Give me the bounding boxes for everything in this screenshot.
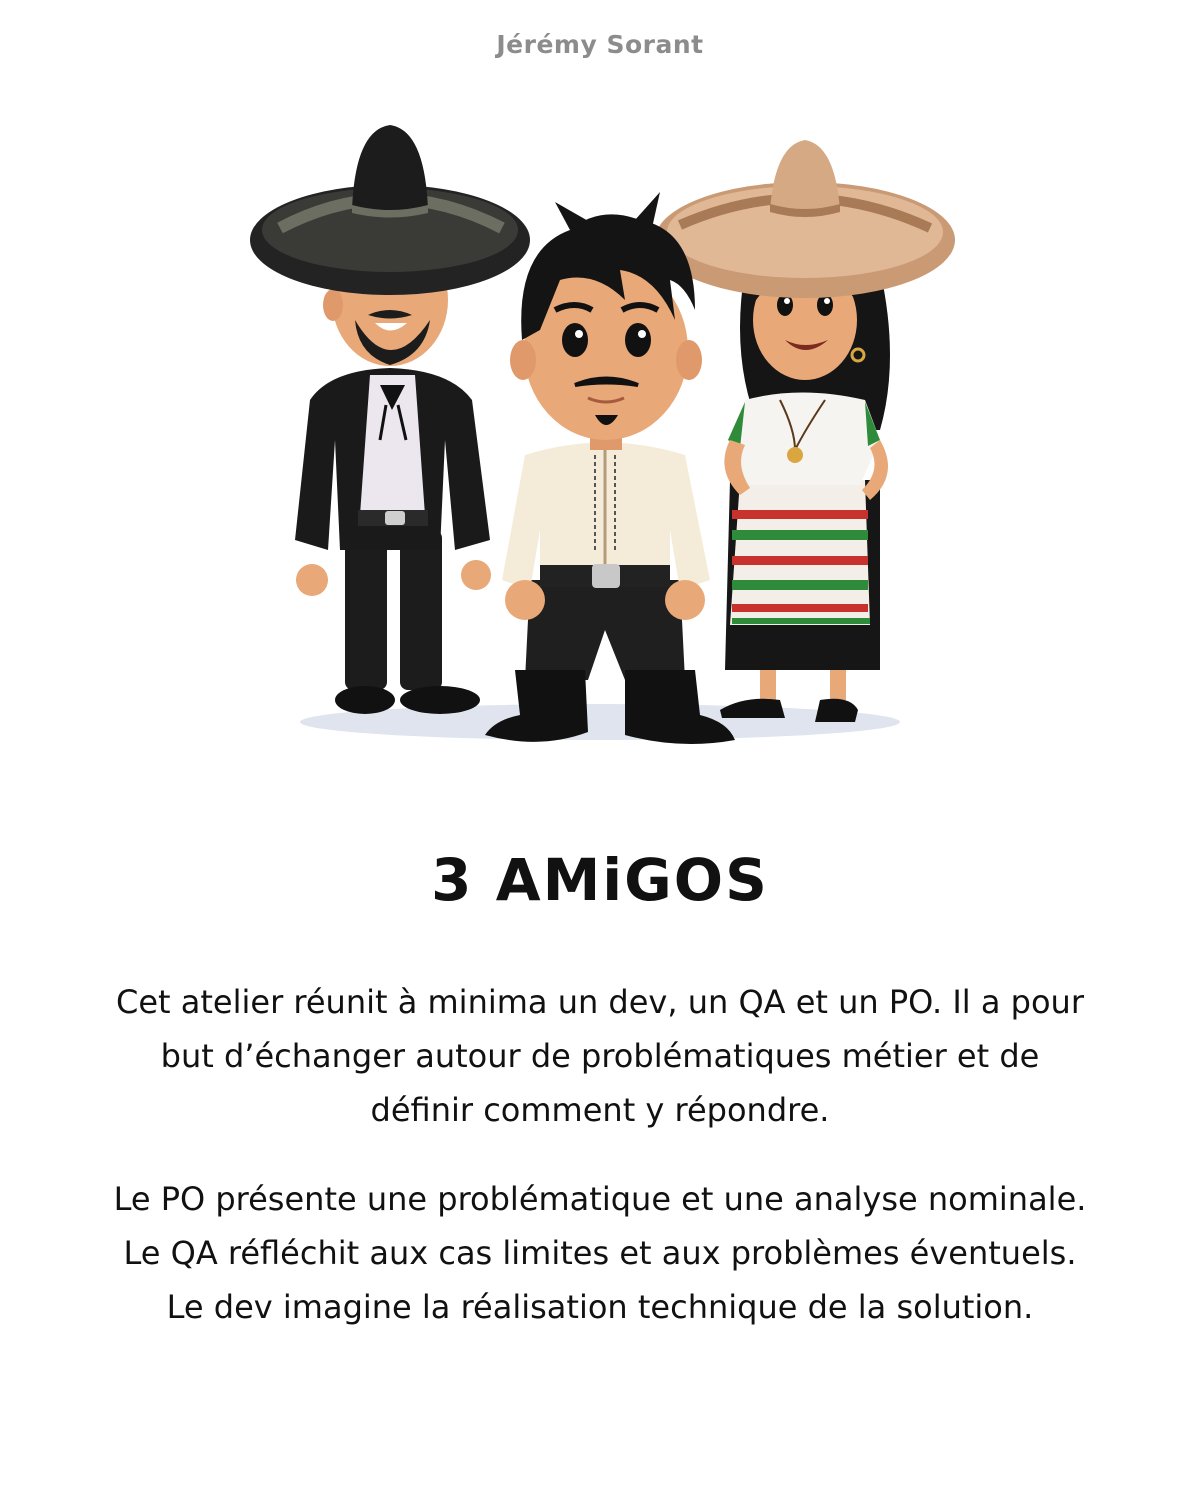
ground-shadow xyxy=(300,704,900,740)
roles-paragraph: Le PO présente une problématique et une … xyxy=(113,1180,1087,1326)
author-name: Jérémy Sorant xyxy=(496,30,704,59)
intro-paragraph: Cet atelier réunit à minima un dev, un Q… xyxy=(116,983,1084,1129)
left-man-figure xyxy=(250,125,530,714)
right-woman-figure xyxy=(655,140,955,722)
page-title: 3 AMiGOS xyxy=(431,846,769,914)
three-amigos-illustration xyxy=(250,125,955,744)
